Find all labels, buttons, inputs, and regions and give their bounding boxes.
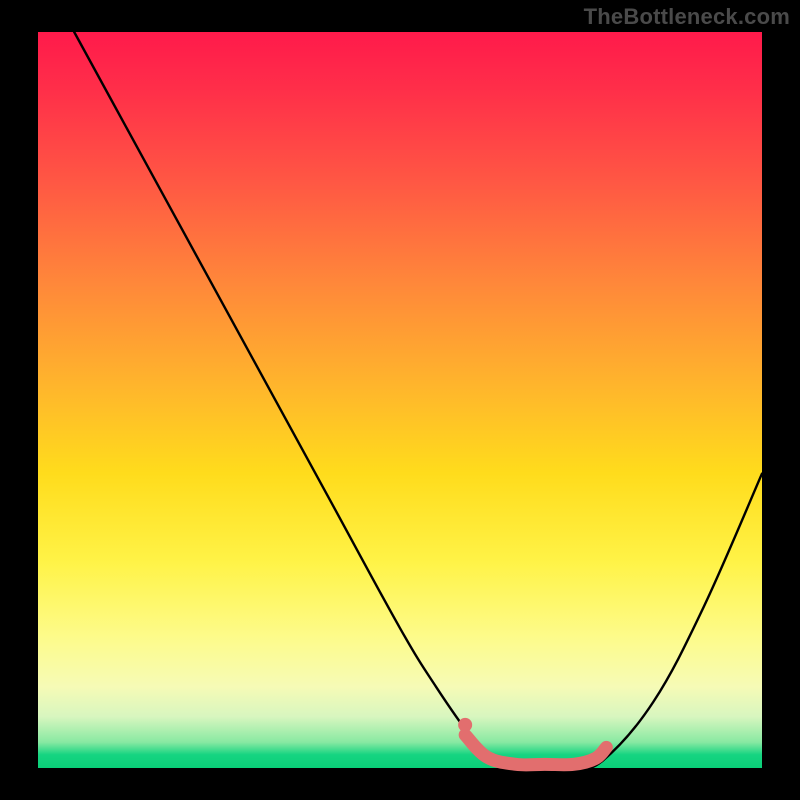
- watermark-text: TheBottleneck.com: [584, 4, 790, 30]
- highlight-start-dot: [458, 718, 472, 732]
- chart-container: TheBottleneck.com: [0, 0, 800, 800]
- optimal-range-highlight: [465, 735, 606, 765]
- bottleneck-curve: [74, 32, 762, 769]
- plot-area: [38, 32, 762, 768]
- curve-layer: [38, 32, 762, 768]
